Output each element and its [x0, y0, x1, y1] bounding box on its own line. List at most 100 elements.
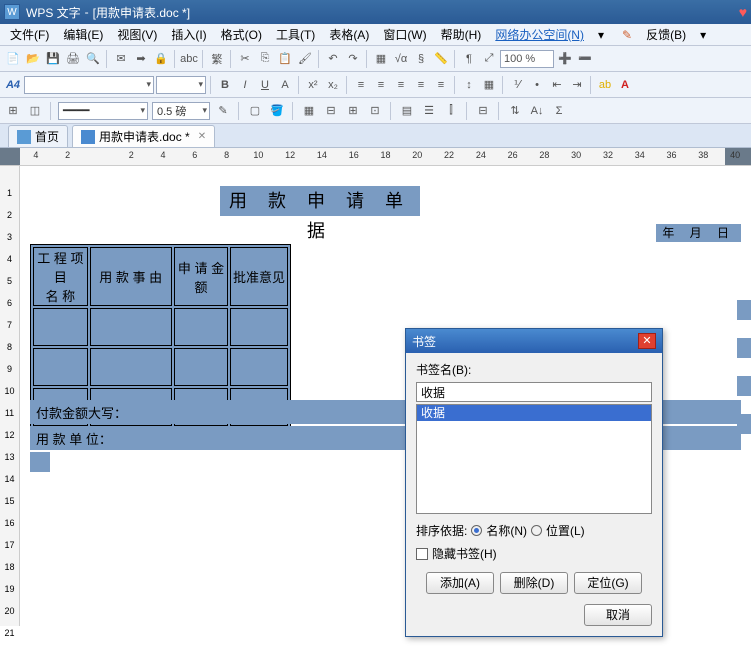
ruler-icon[interactable]: 📏 [432, 50, 450, 68]
section-icon[interactable]: § [412, 50, 430, 68]
brush-icon[interactable]: 🖌 [296, 50, 314, 68]
paste-icon[interactable]: 📋 [276, 50, 294, 68]
formula-icon[interactable]: √α [392, 50, 410, 68]
radio-name[interactable] [471, 525, 482, 536]
selection-stub [737, 376, 751, 396]
menu-insert[interactable]: 插入(I) [165, 24, 212, 45]
menu-tools[interactable]: 工具(T) [270, 24, 321, 45]
dotmark-icon[interactable]: A [276, 76, 294, 94]
text-dir-icon[interactable]: ⇅ [506, 102, 524, 120]
new-icon[interactable]: 📄 [4, 50, 22, 68]
dropdown-icon[interactable]: ▾ [694, 26, 712, 44]
undo-icon[interactable]: ↶ [324, 50, 342, 68]
align-justify-icon[interactable]: ≡ [412, 76, 430, 94]
indent-inc-icon[interactable]: ⇥ [568, 76, 586, 94]
insert-table-icon[interactable]: ▦ [300, 102, 318, 120]
draw-table-icon[interactable]: ⊞ [4, 102, 22, 120]
split-table-icon[interactable]: ⊡ [366, 102, 384, 120]
minus-icon[interactable]: ➖ [576, 50, 594, 68]
border-icon[interactable]: ▦ [480, 76, 498, 94]
menu-feedback[interactable]: 反馈(B) [640, 24, 692, 45]
dialog-title: 书签 [412, 333, 436, 350]
list-bul-icon[interactable]: • [528, 76, 546, 94]
expand-icon[interactable]: ⤢ [480, 50, 498, 68]
tab-document[interactable]: 用款申请表.doc * ✕ [72, 125, 215, 147]
menu-table[interactable]: 表格(A) [323, 24, 375, 45]
align-center-icon[interactable]: ≡ [372, 76, 390, 94]
delete-button[interactable]: 删除(D) [500, 572, 568, 594]
list-num-icon[interactable]: ⅟ [508, 76, 526, 94]
table-icon[interactable]: ▦ [372, 50, 390, 68]
lock-icon[interactable]: 🔒 [152, 50, 170, 68]
menu-file[interactable]: 文件(F) [4, 24, 55, 45]
sort-icon[interactable]: A↓ [528, 102, 546, 120]
radio-location[interactable] [531, 525, 542, 536]
save-icon[interactable]: 💾 [44, 50, 62, 68]
line-style-combo[interactable]: ━━━━ [58, 102, 148, 120]
border-outer-icon[interactable]: ▢ [246, 102, 264, 120]
bookmark-name-input[interactable] [416, 382, 652, 402]
plus-icon[interactable]: ➕ [556, 50, 574, 68]
open-icon[interactable]: 📂 [24, 50, 42, 68]
distribute-rows-icon[interactable]: ☰ [420, 102, 438, 120]
menu-window[interactable]: 窗口(W) [377, 24, 432, 45]
indent-dec-icon[interactable]: ⇤ [548, 76, 566, 94]
dialog-titlebar[interactable]: 书签 ✕ [406, 329, 662, 353]
font-combo[interactable] [24, 76, 154, 94]
close-icon[interactable]: ✕ [638, 333, 656, 349]
cut-icon[interactable]: ✂ [236, 50, 254, 68]
add-button[interactable]: 添加(A) [426, 572, 494, 594]
redo-icon[interactable]: ↷ [344, 50, 362, 68]
menu-view[interactable]: 视图(V) [111, 24, 163, 45]
highlight-icon[interactable]: ab [596, 76, 614, 94]
line-spacing-icon[interactable]: ↕ [460, 76, 478, 94]
doc-date: 年 月 日 [656, 224, 741, 242]
menu-edit[interactable]: 编辑(E) [57, 24, 109, 45]
checkbox-hidden[interactable] [416, 548, 428, 560]
autofit-icon[interactable]: ⊟ [474, 102, 492, 120]
align-right-icon[interactable]: ≡ [392, 76, 410, 94]
tab-home[interactable]: 首页 [8, 125, 68, 147]
line-weight-combo[interactable]: 0.5 磅 [152, 102, 210, 120]
print-icon[interactable]: 🖨 [64, 50, 82, 68]
cell-align-icon[interactable]: ▤ [398, 102, 416, 120]
eraser-icon[interactable]: ◫ [26, 102, 44, 120]
close-tab-icon[interactable]: ✕ [198, 131, 206, 142]
cancel-button[interactable]: 取消 [584, 604, 652, 626]
copy-icon[interactable]: ⎘ [256, 50, 274, 68]
style-a-icon[interactable]: A4 [4, 76, 22, 94]
forward-icon[interactable]: ➡ [132, 50, 150, 68]
fill-icon[interactable]: 🪣 [268, 102, 286, 120]
fontcolor-icon[interactable]: A [616, 76, 634, 94]
horizontal-ruler[interactable]: 42246810121416182022242628303234363840 [0, 148, 751, 166]
split-icon[interactable]: ⊞ [344, 102, 362, 120]
merge-icon[interactable]: ⊟ [322, 102, 340, 120]
radio-name-label: 名称(N) [486, 522, 527, 539]
pencolor-icon[interactable]: ✎ [214, 102, 232, 120]
italic-icon[interactable]: I [236, 76, 254, 94]
vertical-ruler[interactable]: 123456789101112131415161718192021 [0, 166, 20, 626]
para-icon[interactable]: ¶ [460, 50, 478, 68]
zoom-combo[interactable]: 100 % [500, 50, 554, 68]
trad-icon[interactable]: 繁 [208, 50, 226, 68]
underline-icon[interactable]: U [256, 76, 274, 94]
menu-format[interactable]: 格式(O) [215, 24, 268, 45]
bold-icon[interactable]: B [216, 76, 234, 94]
sub-icon[interactable]: x₂ [324, 76, 342, 94]
distribute-cols-icon[interactable]: ⫿ [442, 102, 460, 120]
list-item[interactable]: 收据 [417, 405, 651, 421]
menu-remote[interactable]: 网络办公空间(N) [489, 24, 590, 45]
preview-icon[interactable]: 🔍 [84, 50, 102, 68]
size-combo[interactable] [156, 76, 206, 94]
goto-button[interactable]: 定位(G) [574, 572, 642, 594]
dropdown-icon[interactable]: ▾ [592, 26, 610, 44]
bookmark-list[interactable]: 收据 [416, 404, 652, 514]
align-dist-icon[interactable]: ≡ [432, 76, 450, 94]
spell-icon[interactable]: abc [180, 50, 198, 68]
menu-help[interactable]: 帮助(H) [435, 24, 488, 45]
super-icon[interactable]: x² [304, 76, 322, 94]
sum-icon[interactable]: Σ [550, 102, 568, 120]
align-left-icon[interactable]: ≡ [352, 76, 370, 94]
mail-icon[interactable]: ✉ [112, 50, 130, 68]
formatting-toolbar: A4 B I U A x² x₂ ≡ ≡ ≡ ≡ ≡ ↕ ▦ ⅟ • ⇤ ⇥ a… [0, 72, 751, 98]
